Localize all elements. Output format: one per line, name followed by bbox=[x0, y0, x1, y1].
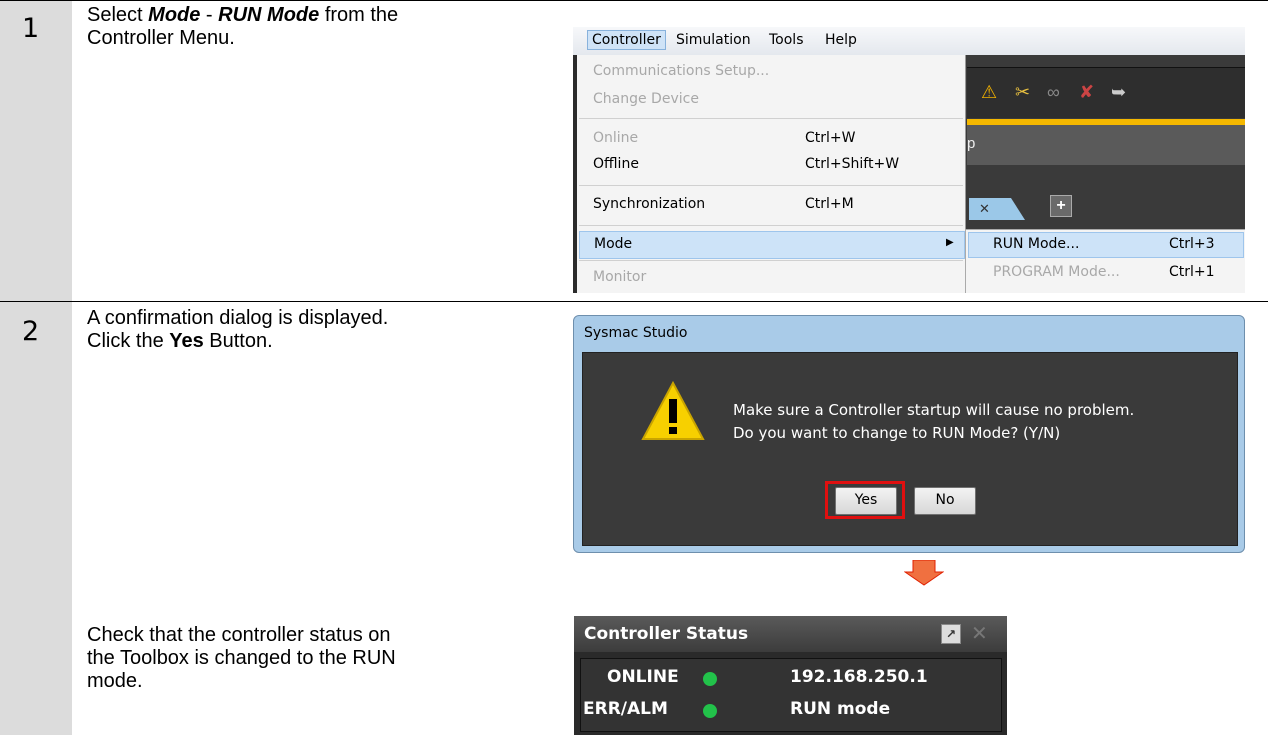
add-tab-button[interactable]: + bbox=[1050, 195, 1072, 217]
yes-button[interactable]: Yes bbox=[835, 487, 897, 515]
menu-simulation[interactable]: Simulation bbox=[676, 32, 751, 48]
err-alm-label: ERR/ALM bbox=[583, 699, 668, 719]
popout-icon[interactable]: ↗ bbox=[941, 624, 961, 644]
controller-status-panel: Controller Status ↗ ✕ ONLINE 192.168.250… bbox=[574, 616, 1007, 735]
step-1-column bbox=[0, 1, 72, 301]
submenu-arrow-icon: ▶ bbox=[946, 237, 954, 248]
link-icon[interactable]: ∞ bbox=[1047, 82, 1060, 103]
submenu-item-program-mode[interactable]: PROGRAM Mode... bbox=[993, 264, 1120, 280]
online-label: ONLINE bbox=[607, 667, 679, 687]
menu-bar: Controller Simulation Tools Help bbox=[573, 27, 1245, 55]
menu-item-offline[interactable]: Offline bbox=[593, 156, 639, 172]
toolbar: ⚠ ✂ ∞ ✘ ➥ bbox=[967, 67, 1245, 118]
step-1-number: 1 bbox=[22, 13, 40, 44]
no-button[interactable]: No bbox=[914, 487, 976, 515]
controller-menu-screenshot: Controller Simulation Tools Help ⚠ ✂ ∞ ✘… bbox=[573, 27, 1245, 293]
confirmation-dialog: Sysmac Studio Make sure a Controller sta… bbox=[573, 315, 1245, 553]
dialog-message-line2: Do you want to change to RUN Mode? (Y/N) bbox=[733, 424, 1061, 442]
mode-submenu: RUN Mode... Ctrl+3 PROGRAM Mode... Ctrl+… bbox=[965, 229, 1245, 293]
step-2-number: 2 bbox=[22, 316, 40, 347]
dialog-message-line1: Make sure a Controller startup will caus… bbox=[733, 401, 1135, 419]
run-mode-status: RUN mode bbox=[790, 699, 891, 719]
menu-tools[interactable]: Tools bbox=[769, 32, 804, 48]
scissors-icon[interactable]: ✂ bbox=[1015, 82, 1030, 103]
close-icon[interactable]: ✕ bbox=[971, 621, 988, 645]
down-arrow-icon bbox=[904, 560, 944, 586]
menu-item-communications-setup[interactable]: Communications Setup... bbox=[593, 63, 769, 79]
err-alm-status-indicator bbox=[703, 704, 717, 718]
dialog-title: Sysmac Studio bbox=[584, 325, 688, 341]
ip-address: 192.168.250.1 bbox=[790, 667, 928, 687]
step-2-instruction: A confirmation dialog is displayed. Clic… bbox=[87, 307, 389, 352]
menu-item-online[interactable]: Online bbox=[593, 130, 638, 146]
menu-controller[interactable]: Controller bbox=[587, 30, 666, 50]
step-divider bbox=[0, 301, 1268, 302]
unlink-icon[interactable]: ✘ bbox=[1079, 82, 1094, 103]
top-rule bbox=[0, 0, 1268, 1]
close-icon[interactable]: ✕ bbox=[979, 201, 990, 216]
online-status-indicator bbox=[703, 672, 717, 686]
menu-item-monitor[interactable]: Monitor bbox=[593, 269, 646, 285]
step-1-instruction: Select Mode - RUN Mode from the Controll… bbox=[87, 4, 399, 49]
step-2-check-text: Check that the controller status on the … bbox=[87, 624, 396, 692]
menu-item-synchronization[interactable]: Synchronization bbox=[593, 196, 705, 212]
controller-dropdown: Communications Setup... Change Device On… bbox=[577, 55, 966, 293]
submenu-item-run-mode[interactable]: RUN Mode... Ctrl+3 bbox=[968, 232, 1244, 258]
menu-help[interactable]: Help bbox=[825, 32, 857, 48]
transfer-icon[interactable]: ➥ bbox=[1111, 82, 1126, 103]
warning-icon[interactable]: ⚠ bbox=[981, 82, 997, 103]
controller-status-title: Controller Status bbox=[584, 624, 749, 644]
step-2-column bbox=[0, 302, 72, 735]
menu-item-change-device[interactable]: Change Device bbox=[593, 91, 699, 107]
warning-icon bbox=[641, 381, 705, 440]
menu-item-mode[interactable]: Mode ▶ bbox=[579, 231, 965, 259]
